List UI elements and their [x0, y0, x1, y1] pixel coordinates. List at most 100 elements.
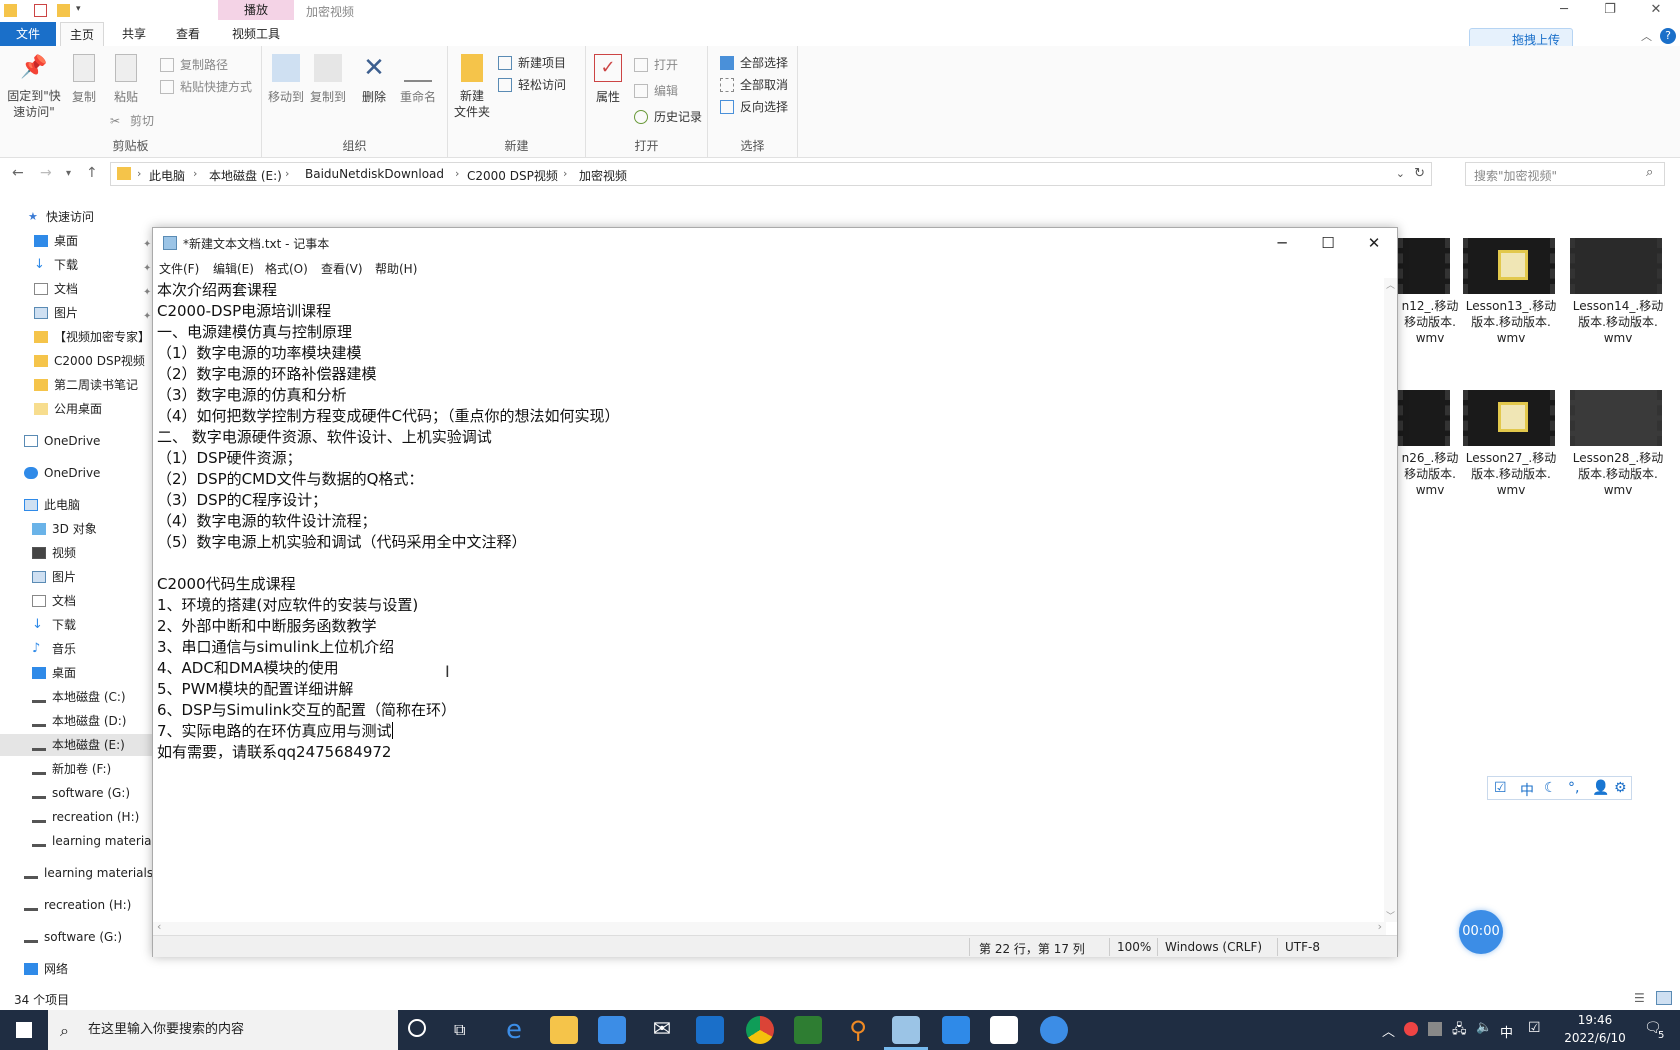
context-tab-play[interactable]: 播放: [218, 0, 294, 20]
new-folder-button[interactable]: 新建 文件夹: [452, 54, 492, 120]
notepad-text-area[interactable]: 本次介绍两套课程 C2000-DSP电源培训课程 一、电源建模仿真与控制原理 （…: [153, 278, 1386, 922]
file-name[interactable]: Lesson28_.移动 版本.移动版本. wmv: [1570, 450, 1666, 498]
store-app-icon[interactable]: [598, 1016, 626, 1044]
vertical-scrollbar[interactable]: ︿ ﹀: [1384, 278, 1397, 922]
new-folder-icon[interactable]: [57, 4, 70, 17]
baidu-netdisk-app-icon[interactable]: [990, 1016, 1018, 1044]
tab-home[interactable]: 主页: [60, 22, 104, 46]
notepad-maximize-button[interactable]: ☐: [1305, 228, 1351, 258]
help-icon[interactable]: ?: [1660, 28, 1676, 44]
breadcrumb-c2000[interactable]: C2000 DSP视频: [467, 167, 558, 184]
paste-shortcut-button[interactable]: 粘贴快捷方式: [160, 78, 252, 96]
menu-help[interactable]: 帮助(H): [375, 260, 417, 277]
tray-app-icon[interactable]: [1428, 1022, 1442, 1036]
notepad-close-button[interactable]: ✕: [1351, 228, 1397, 258]
tab-share[interactable]: 共享: [110, 22, 158, 46]
file-explorer-app-icon[interactable]: [550, 1016, 578, 1044]
tray-app-icon[interactable]: [1404, 1022, 1418, 1036]
recent-dropdown-icon[interactable]: ▾: [66, 168, 71, 179]
horizontal-scrollbar[interactable]: ‹ ›: [153, 920, 1386, 935]
maximize-button[interactable]: ❐: [1590, 2, 1630, 20]
nav-music[interactable]: ♪ 音乐: [32, 638, 76, 660]
large-icons-view-icon[interactable]: [1656, 991, 1672, 1005]
nav-drive-f[interactable]: 新加卷 (F:): [32, 758, 111, 780]
nav-onedrive-1[interactable]: OneDrive: [24, 430, 100, 452]
copy-button[interactable]: 复制: [66, 54, 102, 105]
nav-videos[interactable]: 视频: [32, 542, 76, 564]
file-name[interactable]: Lesson27_.移动 版本.移动版本. wmv: [1463, 450, 1559, 498]
details-view-icon[interactable]: ☰: [1634, 991, 1645, 1005]
nav-desktop[interactable]: 桌面: [34, 230, 78, 252]
properties-button[interactable]: ✓ 属性: [592, 54, 624, 105]
nav-drive-g[interactable]: software (G:): [32, 782, 130, 804]
notepad-minimize-button[interactable]: ─: [1259, 228, 1305, 258]
network-icon[interactable]: 🖧: [1452, 1020, 1467, 1042]
moon-icon[interactable]: ☾: [1544, 780, 1557, 796]
nav-c2000-dsp[interactable]: C2000 DSP视频: [34, 350, 145, 372]
nav-documents[interactable]: 文档: [34, 278, 78, 300]
clock-date[interactable]: 2022/6/10: [1556, 1031, 1634, 1045]
close-button[interactable]: ✕: [1636, 2, 1676, 20]
menu-edit[interactable]: 编辑(E): [213, 260, 254, 277]
action-check-icon[interactable]: ☑: [1528, 1020, 1541, 1036]
ribbon-collapse-icon[interactable]: ︿: [1641, 28, 1652, 44]
file-name[interactable]: Lesson14_.移动 版本.移动版本. wmv: [1570, 298, 1666, 346]
move-to-button[interactable]: 移动到: [266, 54, 306, 105]
address-dropdown-icon[interactable]: ⌄: [1396, 167, 1405, 180]
up-arrow-icon[interactable]: ↑: [86, 165, 98, 181]
nav-drive-h[interactable]: recreation (H:): [32, 806, 139, 828]
mail-app-icon[interactable]: ✉: [648, 1016, 676, 1044]
scroll-down-icon[interactable]: ﹀: [1386, 909, 1395, 922]
nav-net-recreation[interactable]: recreation (H:): [24, 894, 131, 916]
minimize-button[interactable]: ─: [1544, 2, 1584, 20]
nav-public-desktop[interactable]: 公用桌面: [34, 398, 102, 420]
ime-mode-chinese[interactable]: 中: [1520, 780, 1534, 800]
messaging-app-icon[interactable]: [942, 1016, 970, 1044]
video-thumbnail[interactable]: [1398, 390, 1450, 446]
edit-button[interactable]: 编辑: [634, 82, 678, 100]
nav-downloads[interactable]: ↓ 下载: [34, 254, 78, 276]
open-button[interactable]: 打开: [634, 56, 678, 74]
feishu-app-icon[interactable]: [1040, 1016, 1068, 1044]
customize-dropdown-icon[interactable]: ▾: [76, 4, 89, 17]
taskbar-search-input[interactable]: 在这里输入你要搜索的内容: [48, 1010, 398, 1050]
nav-documents-pc[interactable]: 文档: [32, 590, 76, 612]
video-thumbnail[interactable]: [1398, 238, 1450, 294]
ime-toggle-icon[interactable]: ☑: [1494, 780, 1507, 796]
nav-drive-learning[interactable]: learning material: [32, 830, 155, 852]
user-icon[interactable]: 👤: [1592, 780, 1609, 796]
volume-icon[interactable]: 🔈: [1476, 1020, 1492, 1035]
settings-gear-icon[interactable]: ⚙: [1614, 780, 1627, 796]
copy-to-button[interactable]: 复制到: [308, 54, 348, 105]
video-thumbnail[interactable]: [1570, 238, 1662, 294]
video-thumbnail[interactable]: [1463, 390, 1555, 446]
paste-button[interactable]: 粘贴: [108, 54, 144, 105]
tab-view[interactable]: 查看: [164, 22, 212, 46]
nav-downloads-pc[interactable]: ↓ 下载: [32, 614, 76, 636]
menu-file[interactable]: 文件(F): [159, 260, 199, 277]
history-button[interactable]: 历史记录: [634, 108, 702, 126]
nav-net-learning[interactable]: learning materials: [24, 862, 153, 884]
invert-selection-button[interactable]: 反向选择: [720, 98, 788, 116]
video-thumbnail[interactable]: [1463, 238, 1555, 294]
scroll-left-icon[interactable]: ‹: [157, 920, 161, 933]
edge-app-icon[interactable]: e: [500, 1016, 528, 1044]
file-name[interactable]: Lesson13_.移动 版本.移动版本. wmv: [1463, 298, 1559, 346]
breadcrumb-encrypted[interactable]: 加密视频: [579, 167, 627, 184]
cortana-icon[interactable]: [408, 1019, 426, 1037]
nav-this-pc[interactable]: 此电脑: [24, 494, 80, 516]
address-bar[interactable]: › 此电脑 › 本地磁盘 (E:) › BaiduNetdiskDownload…: [110, 162, 1432, 186]
security-app-icon[interactable]: [794, 1016, 822, 1044]
new-item-button[interactable]: 新建项目: [498, 54, 566, 72]
cut-button[interactable]: ✂ 剪切: [110, 112, 154, 130]
scroll-up-icon[interactable]: ︿: [1386, 278, 1395, 291]
forward-arrow-icon[interactable]: →: [40, 165, 52, 181]
copy-path-button[interactable]: 复制路径: [160, 56, 228, 74]
chrome-app-icon[interactable]: [746, 1016, 774, 1044]
breadcrumb-this-pc[interactable]: 此电脑: [149, 167, 185, 184]
tray-expand-icon[interactable]: ︿: [1382, 1021, 1395, 1040]
nav-pictures[interactable]: 图片: [34, 302, 78, 324]
task-view-icon[interactable]: ⧉: [454, 1020, 465, 1040]
punctuation-icon[interactable]: °,: [1568, 780, 1579, 796]
nav-reading-notes[interactable]: 第二周读书笔记: [34, 374, 138, 396]
